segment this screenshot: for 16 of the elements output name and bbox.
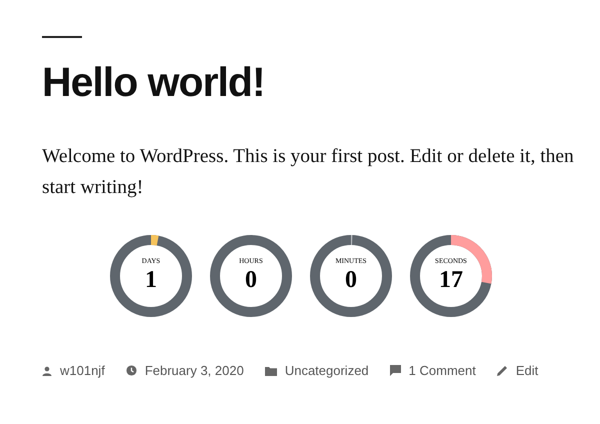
person-icon bbox=[42, 366, 52, 376]
meta-link[interactable]: 1 Comment bbox=[408, 361, 476, 380]
countdown-value: 0 bbox=[245, 268, 257, 292]
meta-link[interactable]: w101njf bbox=[60, 361, 105, 380]
countdown-value: 17 bbox=[439, 268, 463, 292]
clock-icon bbox=[126, 365, 137, 376]
meta-link[interactable]: February 3, 2020 bbox=[144, 361, 244, 380]
comment-icon bbox=[390, 365, 401, 376]
countdown-value: 1 bbox=[145, 268, 157, 292]
post-body: Welcome to WordPress. This is your first post. Edit or delete it, then start writing! bbox=[42, 145, 575, 200]
pencil-icon bbox=[496, 365, 508, 376]
folder-icon bbox=[264, 366, 277, 376]
meta-link[interactable]: Uncategorized bbox=[284, 361, 369, 380]
meta-link[interactable]: Edit bbox=[516, 361, 538, 380]
countdown-value: 0 bbox=[345, 268, 357, 292]
post-title: Hello world! bbox=[42, 58, 266, 106]
